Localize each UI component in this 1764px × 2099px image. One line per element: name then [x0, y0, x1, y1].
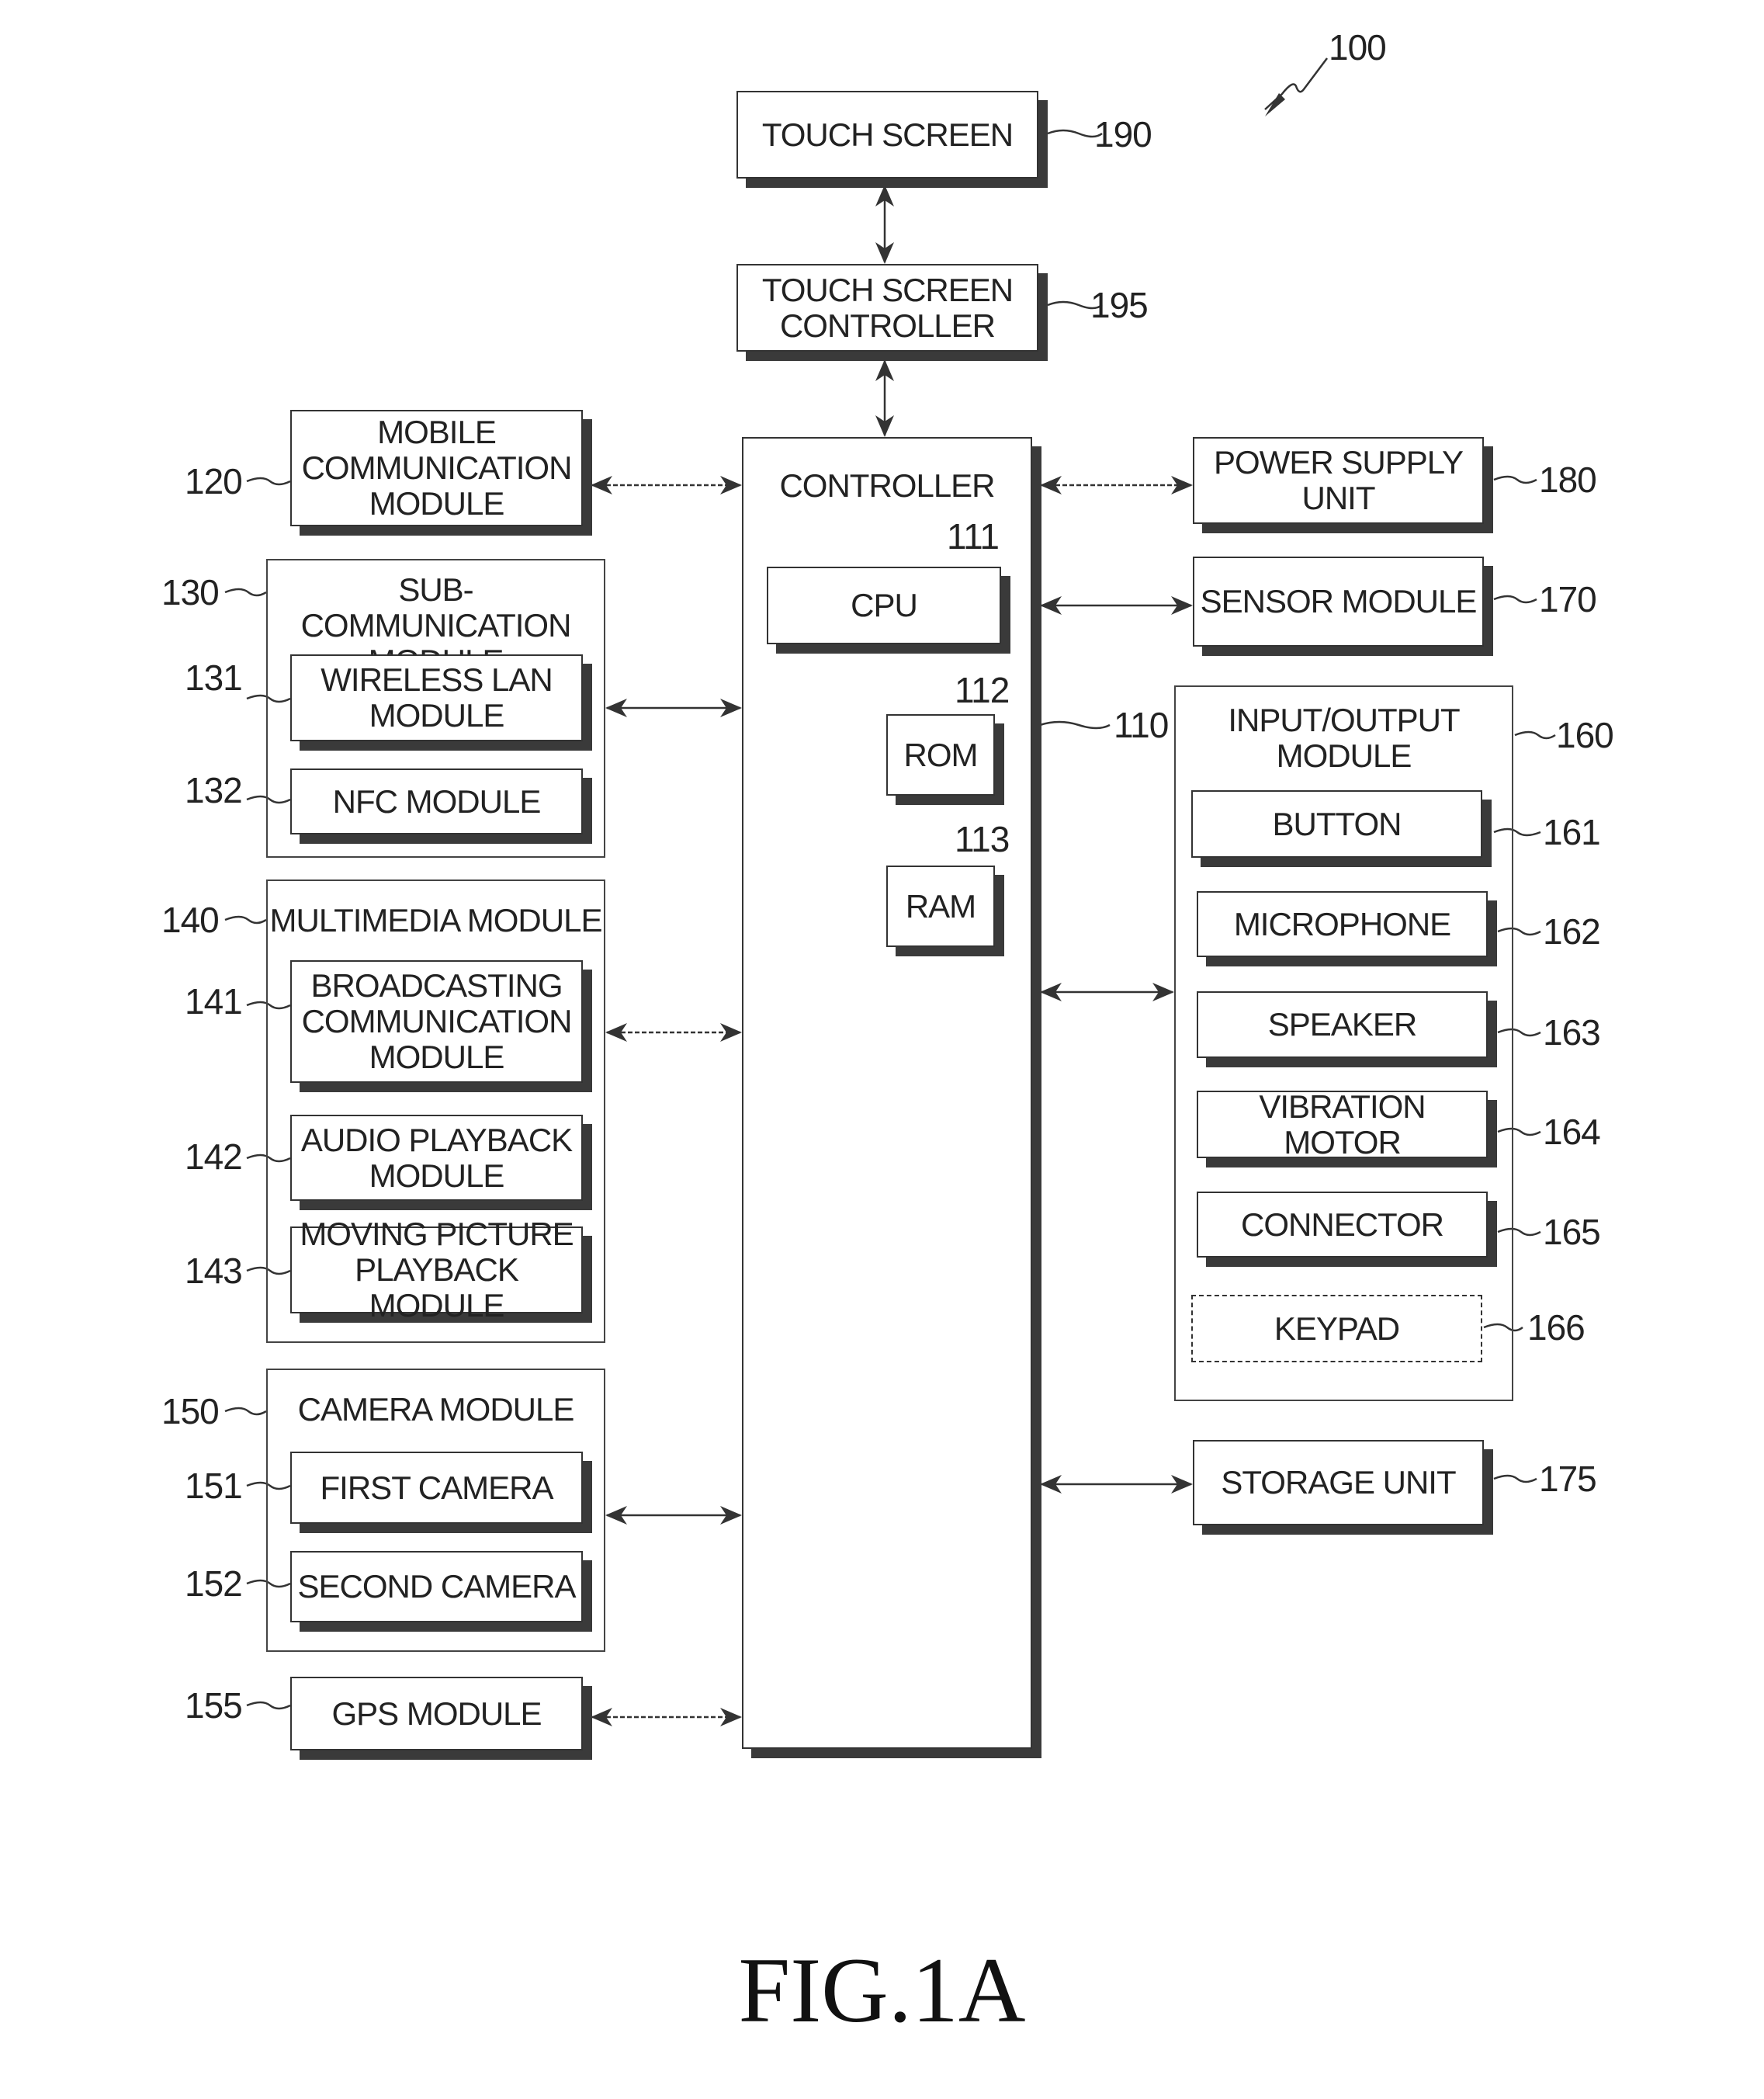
first-camera-label: FIRST CAMERA	[320, 1469, 554, 1506]
controller-label: CONTROLLER	[779, 467, 995, 504]
leader-130	[224, 588, 267, 597]
ref-120: 120	[185, 461, 243, 501]
leader-175	[1493, 1474, 1537, 1483]
microphone-label: MICROPHONE	[1233, 905, 1451, 942]
ref-150: 150	[161, 1391, 220, 1431]
ram-label: RAM	[905, 887, 976, 925]
mobile-communication-block: MOBILE COMMUNICATION MODULE	[290, 410, 583, 526]
vibration-motor-block: VIBRATION MOTOR	[1197, 1088, 1488, 1161]
leader-150	[224, 1407, 267, 1416]
cpu-block: CPU	[767, 567, 1001, 644]
speaker-block: SPEAKER	[1197, 991, 1488, 1058]
touch-screen-controller-block: TOUCH SCREEN CONTROLLER	[736, 264, 1038, 352]
leader-170	[1493, 595, 1537, 604]
ref-152: 152	[185, 1563, 243, 1604]
ref-190: 190	[1094, 114, 1152, 154]
multimedia-label: MULTIMEDIA MODULE	[269, 902, 603, 938]
power-supply-block: POWER SUPPLY UNIT	[1193, 437, 1484, 524]
storage-block: STORAGE UNIT	[1193, 1440, 1484, 1525]
ref-180: 180	[1539, 460, 1597, 500]
ref-113: 113	[955, 819, 1010, 859]
ref-151: 151	[185, 1466, 243, 1506]
nfc-label: NFC MODULE	[332, 782, 542, 820]
leader-140	[224, 915, 267, 925]
ram-block: RAM	[886, 866, 995, 947]
ref-165: 165	[1543, 1212, 1601, 1252]
ref-164: 164	[1543, 1112, 1601, 1152]
second-camera-block: SECOND CAMERA	[290, 1551, 583, 1622]
touch-screen-label: TOUCH SCREEN	[761, 116, 1014, 153]
button-block: BUTTON	[1191, 790, 1482, 858]
connector-block: CONNECTOR	[1197, 1192, 1488, 1258]
ref-131: 131	[185, 657, 243, 698]
ref-161: 161	[1543, 812, 1601, 852]
nfc-block: NFC MODULE	[290, 768, 583, 834]
rom-block: ROM	[886, 714, 995, 796]
leader-100-arrowhead	[1265, 93, 1285, 116]
mobile-communication-label: MOBILE COMMUNICATION MODULE	[301, 414, 573, 522]
microphone-block: MICROPHONE	[1197, 891, 1488, 957]
ref-160: 160	[1556, 715, 1614, 755]
connector-label: CONNECTOR	[1241, 1206, 1444, 1243]
second-camera-label: SECOND CAMERA	[297, 1568, 576, 1605]
camera-label: CAMERA MODULE	[297, 1391, 575, 1428]
wireless-lan-block: WIRELESS LAN MODULE	[290, 654, 583, 741]
keypad-block: KEYPAD	[1191, 1295, 1482, 1362]
audio-playback-block: AUDIO PLAYBACK MODULE	[290, 1115, 583, 1201]
ref-141: 141	[185, 981, 243, 1022]
moving-picture-label: MOVING PICTURE PLAYBACK MODULE	[300, 1216, 574, 1324]
ref-163: 163	[1543, 1012, 1601, 1053]
leader-110	[1039, 720, 1111, 730]
touch-screen-block: TOUCH SCREEN	[736, 91, 1038, 179]
figure-caption: FIG.1A	[738, 1938, 1026, 2042]
broadcasting-block: BROADCASTING COMMUNICATION MODULE	[290, 960, 583, 1083]
ref-132: 132	[185, 770, 243, 810]
power-supply-label: POWER SUPPLY UNIT	[1214, 444, 1464, 516]
button-label: BUTTON	[1272, 805, 1402, 842]
sensor-block: SENSOR MODULE	[1193, 557, 1484, 647]
gps-block: GPS MODULE	[290, 1677, 583, 1750]
ref-143: 143	[185, 1251, 243, 1291]
cpu-label: CPU	[851, 587, 918, 623]
vibration-motor-label: VIBRATION MOTOR	[1259, 1088, 1426, 1161]
ref-155: 155	[185, 1685, 243, 1726]
device-ref-100: 100	[1329, 27, 1387, 68]
ref-170: 170	[1539, 579, 1597, 619]
sensor-label: SENSOR MODULE	[1200, 583, 1478, 619]
first-camera-block: FIRST CAMERA	[290, 1452, 583, 1524]
ref-166: 166	[1527, 1307, 1586, 1348]
io-label: INPUT/OUTPUT MODULE	[1228, 702, 1460, 774]
ref-111: 111	[947, 516, 1000, 557]
touch-screen-controller-label: TOUCH SCREEN CONTROLLER	[761, 271, 1014, 344]
rom-label: ROM	[903, 736, 979, 773]
moving-picture-block: MOVING PICTURE PLAYBACK MODULE	[290, 1216, 583, 1324]
keypad-label: KEYPAD	[1274, 1310, 1400, 1347]
ref-142: 142	[185, 1136, 243, 1177]
leader-160	[1514, 730, 1556, 740]
ref-175: 175	[1539, 1459, 1597, 1499]
ref-195: 195	[1090, 285, 1149, 325]
broadcasting-label: BROADCASTING COMMUNICATION MODULE	[301, 967, 573, 1075]
wireless-lan-label: WIRELESS LAN MODULE	[321, 661, 553, 734]
gps-label: GPS MODULE	[331, 1695, 542, 1732]
leader-100	[1264, 57, 1328, 110]
speaker-label: SPEAKER	[1267, 1006, 1417, 1043]
leader-155	[246, 1701, 291, 1710]
leader-120	[246, 477, 291, 486]
ref-110: 110	[1114, 705, 1169, 745]
audio-playback-label: AUDIO PLAYBACK MODULE	[300, 1121, 573, 1194]
ref-112: 112	[955, 670, 1010, 710]
ref-130: 130	[161, 572, 220, 612]
leader-180	[1493, 475, 1537, 484]
storage-label: STORAGE UNIT	[1221, 1464, 1456, 1501]
ref-162: 162	[1543, 911, 1601, 952]
ref-140: 140	[161, 900, 220, 940]
